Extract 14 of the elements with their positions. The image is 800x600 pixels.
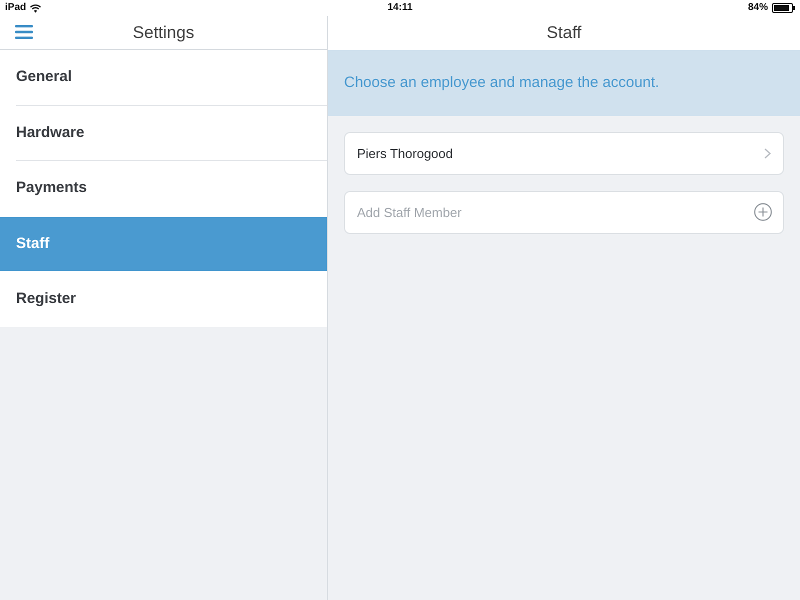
chevron-right-icon — [764, 148, 771, 159]
battery-icon — [772, 3, 795, 13]
add-staff-field[interactable]: Add Staff Member — [344, 191, 784, 234]
status-time: 14:11 — [387, 3, 413, 13]
sidebar-title: Settings — [132, 22, 194, 44]
battery-percent: 84% — [748, 3, 768, 13]
device-name: iPad — [5, 3, 26, 13]
menu-icon[interactable] — [15, 25, 33, 39]
detail-title: Staff — [546, 22, 582, 44]
wifi-icon — [30, 4, 42, 12]
employee-row[interactable]: Piers Thorogood — [344, 132, 784, 175]
employee-name: Piers Thorogood — [357, 144, 453, 163]
plus-circle-icon[interactable] — [754, 203, 772, 221]
banner-text: Choose an employee and manage the account. — [344, 72, 660, 93]
